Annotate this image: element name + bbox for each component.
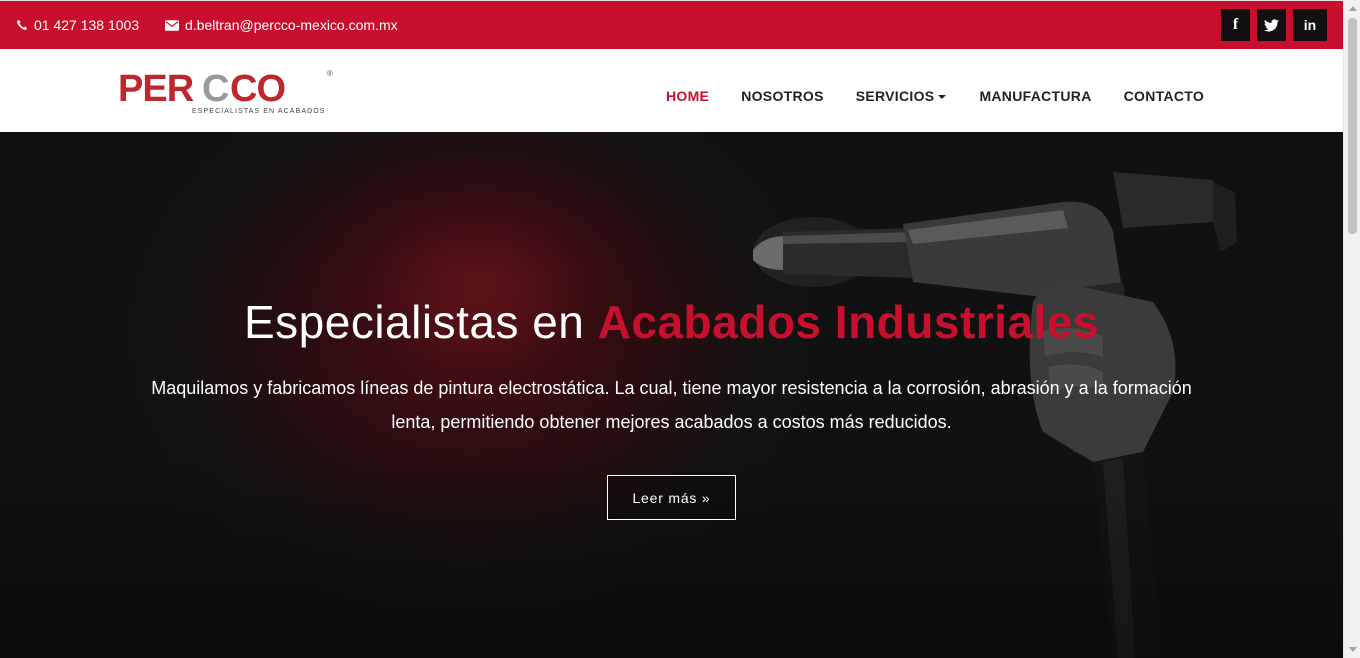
read-more-button[interactable]: Leer más » [607, 475, 736, 520]
email-address: d.beltran@percco-mexico.com.mx [185, 17, 398, 33]
page: 01 427 138 1003 d.beltran@percco-mexico.… [0, 0, 1343, 658]
phone-number: 01 427 138 1003 [34, 17, 140, 33]
facebook-button[interactable]: f [1221, 9, 1250, 41]
svg-text:ESPECIALISTAS EN ACABADOS: ESPECIALISTAS EN ACABADOS [192, 108, 326, 115]
nav-manufactura-label: MANUFACTURA [979, 88, 1092, 104]
percco-logo[interactable]: PER C CO ® ESPECIALISTAS EN ACABADOS [118, 67, 338, 115]
facebook-icon: f [1232, 16, 1239, 33]
nav-contacto-label: CONTACTO [1123, 88, 1205, 104]
email-contact[interactable]: d.beltran@percco-mexico.com.mx [165, 17, 398, 33]
linkedin-button[interactable]: in [1293, 9, 1327, 41]
scroll-down-icon[interactable] [1349, 647, 1357, 652]
logo-mark: PER C CO ® ESPECIALISTAS EN ACABADOS [118, 68, 333, 115]
nav-home[interactable]: HOME [666, 88, 709, 104]
nav-home-label: HOME [666, 88, 710, 104]
nav-servicios[interactable]: SERVICIOS [856, 88, 947, 104]
hero-title: Especialistas en Acabados Industriales [0, 295, 1343, 349]
svg-text:®: ® [327, 69, 333, 78]
phone-contact[interactable]: 01 427 138 1003 [16, 17, 139, 33]
hero-title-plain: Especialistas en [243, 296, 598, 348]
envelope-icon [165, 19, 179, 31]
caret-down-icon [938, 94, 947, 99]
nav-manufactura[interactable]: MANUFACTURA [979, 88, 1091, 104]
main-navbar: PER C CO ® ESPECIALISTAS EN ACABADOS HOM… [0, 49, 1343, 132]
hero-banner: Especialistas en Acabados Industriales M… [0, 132, 1343, 658]
scroll-up-icon[interactable] [1349, 6, 1357, 11]
svg-text:CO: CO [230, 68, 285, 110]
linkedin-icon: in [1303, 17, 1317, 33]
main-menu: HOME NOSOTROS SERVICIOS MANUFACTURA CONT… [666, 88, 1204, 104]
nav-nosotros[interactable]: NOSOTROS [741, 88, 824, 104]
nav-contacto[interactable]: CONTACTO [1124, 88, 1204, 104]
page-scrollbar[interactable] [1343, 0, 1360, 658]
social-links: f in [1221, 9, 1327, 41]
svg-text:C: C [202, 68, 229, 110]
twitter-button[interactable] [1257, 9, 1286, 41]
twitter-icon [1264, 18, 1279, 31]
svg-text:PER: PER [118, 68, 194, 110]
hero-description: Maquilamos y fabricamos líneas de pintur… [151, 378, 1192, 432]
nav-servicios-label: SERVICIOS [855, 88, 935, 104]
hero-title-accent: Acabados Industriales [597, 296, 1099, 348]
scrollbar-thumb[interactable] [1348, 18, 1357, 234]
phone-icon [17, 19, 28, 30]
nav-nosotros-label: NOSOTROS [741, 88, 824, 104]
top-bar: 01 427 138 1003 d.beltran@percco-mexico.… [0, 0, 1343, 49]
